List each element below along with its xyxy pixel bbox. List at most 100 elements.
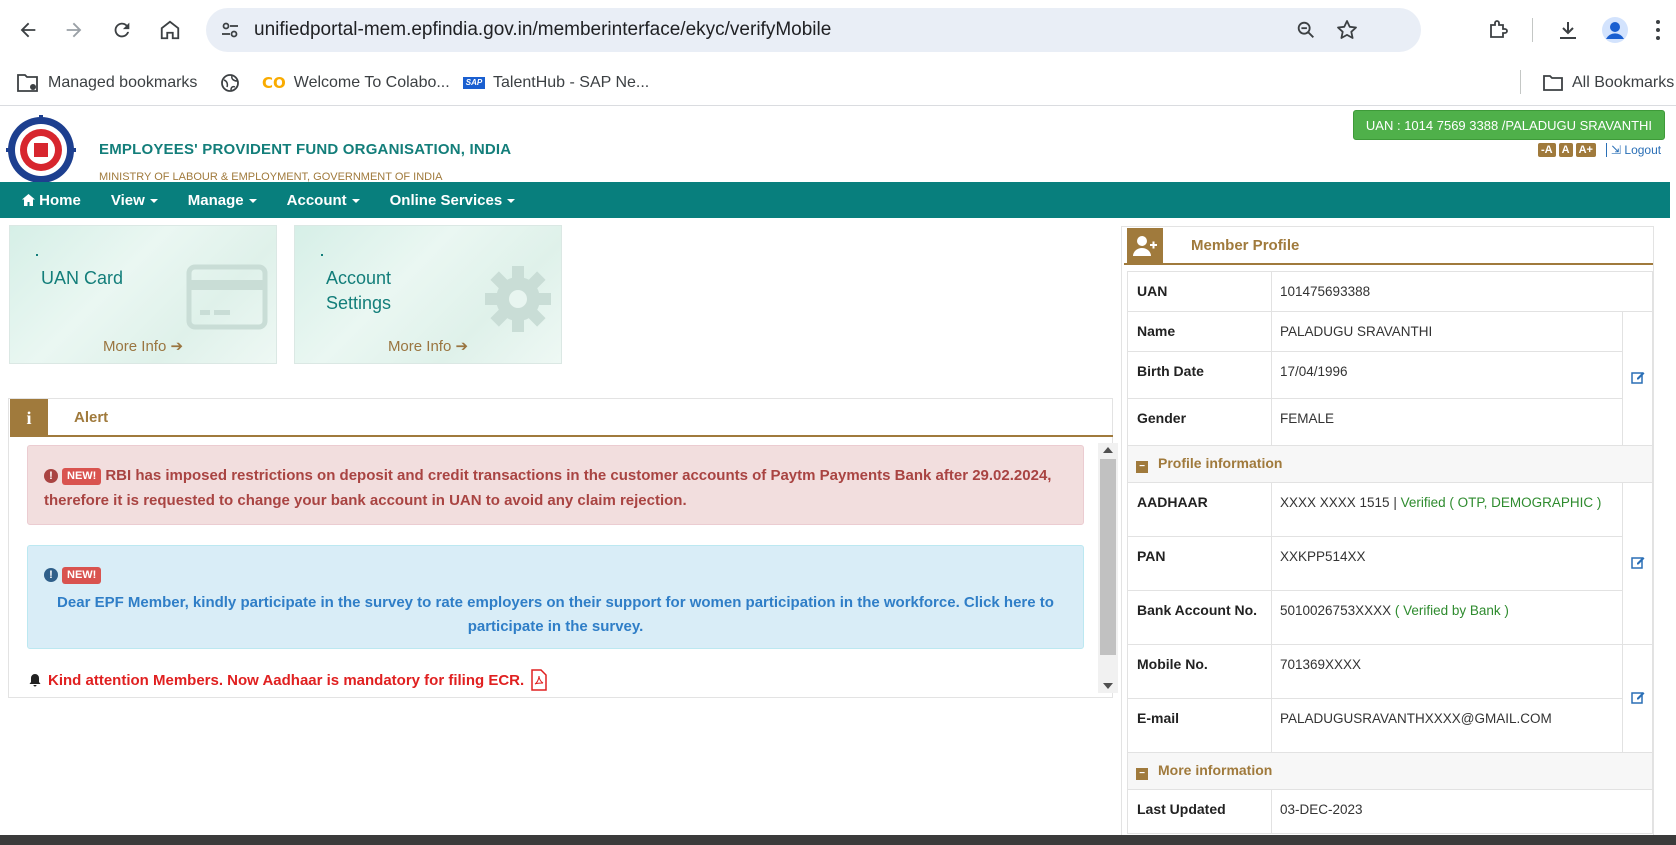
- more-info-toggle[interactable]: − More information: [1127, 752, 1653, 790]
- profile-header: Member Profile: [1124, 227, 1653, 265]
- alert-panel: i Alert ! NEW! RBI has imposed restriction…: [8, 398, 1118, 698]
- globe-icon[interactable]: [220, 70, 240, 96]
- site-settings-icon[interactable]: [220, 20, 240, 45]
- address-bar[interactable]: unifiedportal-mem.epfindia.gov.in/member…: [206, 8, 1421, 52]
- bookmark-talenthub[interactable]: SAP TalentHub - SAP Ne...: [463, 70, 649, 96]
- font-increase-button[interactable]: A+: [1575, 143, 1596, 157]
- card-title-line: Account: [326, 268, 392, 288]
- updated-value: 03-DEC-2023: [1271, 789, 1653, 834]
- profile-avatar-icon[interactable]: [1597, 12, 1633, 48]
- alert-text: therefore it is requested to change your…: [44, 492, 687, 509]
- bookmark-colab[interactable]: CO Welcome To Colabo...: [262, 70, 450, 96]
- section-label: Profile information: [1158, 455, 1283, 471]
- caret-down-icon: [351, 198, 360, 203]
- folder-icon: [1543, 75, 1563, 91]
- alert-paytm: ! NEW! RBI has imposed restrictions on dep…: [27, 445, 1084, 525]
- bookmark-label: TalentHub - SAP Ne...: [493, 74, 650, 91]
- account-settings-tile[interactable]: Account Settings More Info ➔: [294, 225, 562, 364]
- alert-text: participate in the survey.: [467, 618, 644, 635]
- bank-value: 5010026753XXXX ( Verified by Bank ): [1271, 590, 1623, 645]
- profile-info-toggle[interactable]: − Profile information: [1127, 445, 1653, 483]
- bookmark-label: Welcome To Colabo...: [293, 74, 450, 91]
- table-row: Name PALADUGU SRAVANTHI: [1127, 311, 1653, 446]
- scroll-thumb[interactable]: [1100, 459, 1116, 655]
- bank-number: 5010026753XXXX: [1280, 603, 1392, 618]
- logout-label: Logout: [1624, 143, 1662, 157]
- section-label: More information: [1158, 762, 1273, 778]
- aadhaar-attention[interactable]: Kind attention Members. Now Aadhaar is m…: [28, 669, 548, 691]
- table-row: Bank Account No. 5010026753XXXX ( Verifi…: [1127, 590, 1653, 645]
- caret-down-icon: [248, 198, 257, 203]
- edit-icon: [1630, 692, 1644, 704]
- nav-manage[interactable]: Manage: [188, 192, 257, 209]
- field-label: Name: [1127, 311, 1272, 352]
- scroll-up-icon[interactable]: [1103, 447, 1113, 453]
- new-badge: NEW!: [62, 467, 102, 485]
- bookmarks-bar: Managed bookmarks CO Welcome To Colabo..…: [0, 60, 1676, 106]
- table-row: PAN XXKPP514XX: [1127, 536, 1653, 591]
- browser-toolbar: unifiedportal-mem.epfindia.gov.in/member…: [0, 0, 1676, 60]
- member-profile-panel: Member Profile UAN 101475693388 Name PAL…: [1121, 226, 1654, 835]
- main-navbar: Home View Manage Account Online Services: [0, 182, 1670, 218]
- gear-icon: [485, 266, 551, 332]
- bookmark-star-icon[interactable]: [1335, 18, 1359, 47]
- more-info-label: More Info: [387, 338, 452, 355]
- menu-dots-icon[interactable]: [1648, 12, 1668, 48]
- forward-icon[interactable]: [56, 12, 92, 48]
- email-value: PALADUGUSRAVANTHXXXX@GMAIL.COM: [1271, 698, 1623, 753]
- font-normal-button[interactable]: A: [1558, 143, 1573, 157]
- nav-view[interactable]: View: [111, 192, 158, 209]
- bookmark-managed[interactable]: Managed bookmarks: [16, 70, 197, 96]
- managed-folder-icon: [17, 74, 38, 92]
- minus-square-icon: −: [1136, 768, 1148, 780]
- alert-header: i Alert: [10, 399, 1113, 437]
- minus-square-icon: −: [1136, 461, 1148, 473]
- field-label: Birth Date: [1127, 351, 1272, 399]
- nav-home[interactable]: Home: [22, 192, 81, 209]
- more-info-link[interactable]: More Info ➔: [295, 337, 561, 355]
- table-row: E-mail PALADUGUSRAVANTHXXXX@GMAIL.COM: [1127, 698, 1653, 753]
- card-dot: [321, 254, 323, 256]
- bookmark-label: Managed bookmarks: [48, 74, 198, 91]
- edit-kyc-button[interactable]: [1622, 482, 1653, 645]
- section-row[interactable]: − More information: [1127, 752, 1653, 790]
- font-decrease-button[interactable]: -A: [1538, 143, 1556, 157]
- uan-card-tile[interactable]: UAN Card More Info ➔: [9, 225, 277, 364]
- field-label: Mobile No.: [1127, 644, 1272, 699]
- alert-scrollbar[interactable]: [1098, 443, 1118, 693]
- all-bookmarks[interactable]: All Bookmarks: [1542, 70, 1674, 96]
- section-row[interactable]: − Profile information: [1127, 445, 1653, 483]
- uan-value: 101475693388: [1271, 271, 1653, 312]
- edit-personal-button[interactable]: [1622, 311, 1653, 446]
- logout-link[interactable]: ⇲ Logout: [1606, 143, 1661, 157]
- toolbar-divider: [1532, 18, 1533, 42]
- url-text: unifiedportal-mem.epfindia.gov.in/member…: [254, 19, 832, 40]
- survey-link[interactable]: Dear EPF Member, kindly participate in t…: [44, 591, 1067, 639]
- alert-survey[interactable]: ! NEW! Dear EPF Member, kindly participat…: [27, 545, 1084, 649]
- reload-icon[interactable]: [104, 12, 140, 48]
- home-icon: [22, 193, 35, 206]
- scroll-down-icon[interactable]: [1103, 683, 1113, 689]
- field-label: Gender: [1127, 398, 1272, 446]
- arrow-circle-right-icon: ➔: [170, 338, 184, 355]
- extensions-icon[interactable]: [1480, 12, 1516, 48]
- field-label: Bank Account No.: [1127, 590, 1272, 645]
- more-info-link[interactable]: More Info ➔: [10, 337, 276, 355]
- download-icon[interactable]: [1550, 12, 1586, 48]
- birth-value: 17/04/1996: [1271, 351, 1623, 399]
- credit-card-icon: [186, 264, 268, 330]
- table-row: Last Updated 03-DEC-2023: [1127, 789, 1653, 834]
- nav-account[interactable]: Account: [287, 192, 360, 209]
- table-row: UAN 101475693388: [1127, 271, 1653, 312]
- back-icon[interactable]: [10, 12, 46, 48]
- pdf-icon[interactable]: [530, 669, 548, 691]
- edit-contact-button[interactable]: [1622, 644, 1653, 753]
- nav-label: View: [110, 191, 145, 209]
- field-label: Last Updated: [1127, 789, 1272, 834]
- zoom-icon[interactable]: [1295, 19, 1317, 46]
- nav-online-services[interactable]: Online Services: [390, 192, 516, 209]
- attention-text: Kind attention Members. Now Aadhaar is m…: [48, 671, 525, 689]
- home-icon[interactable]: [152, 12, 188, 48]
- aadhaar-number: XXXX XXXX 1515 |: [1280, 495, 1397, 510]
- bell-icon: [29, 674, 41, 687]
